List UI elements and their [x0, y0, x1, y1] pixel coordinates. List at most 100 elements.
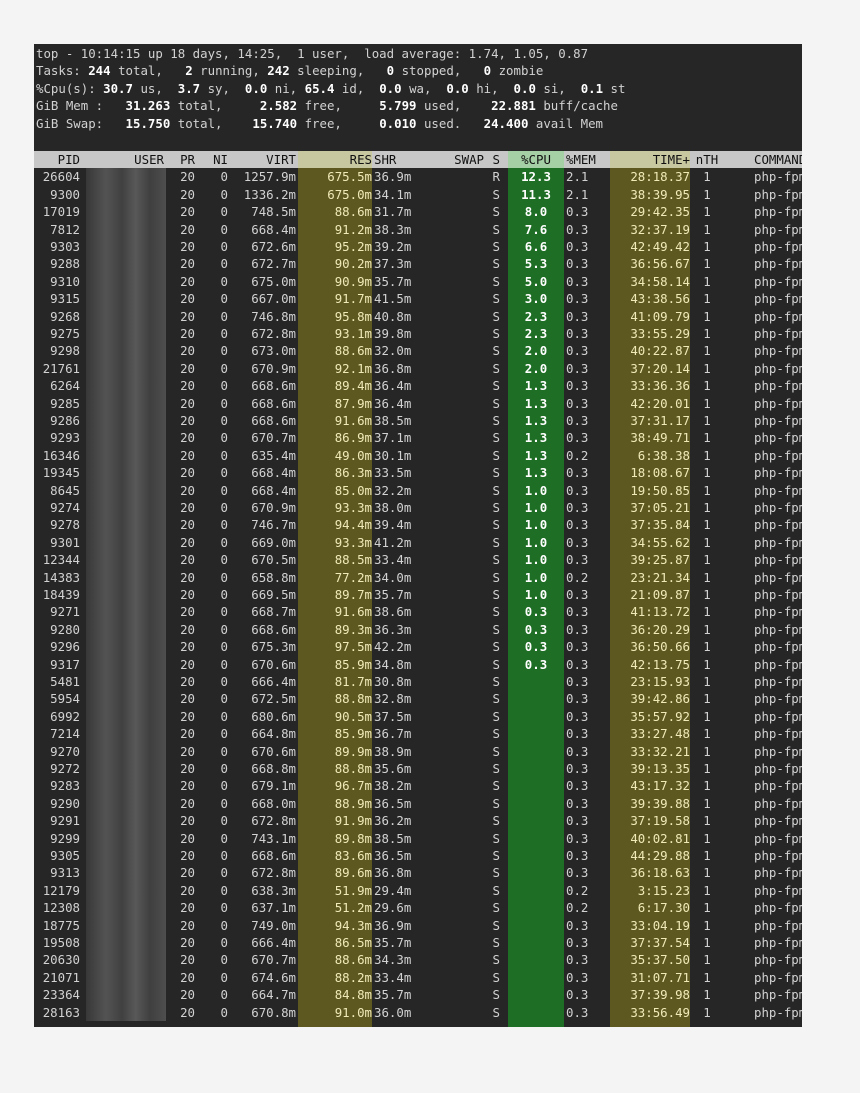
swap-free-label: free,: [297, 115, 380, 131]
cell-mem: 0.3: [566, 865, 589, 881]
cell-shr: 30.1m: [374, 447, 412, 463]
cell-ni: 0: [220, 569, 228, 585]
cell-cmd: php-fpm: [754, 534, 802, 550]
cell-cpu: [508, 881, 564, 900]
cell-shr: 38.3m: [374, 221, 412, 237]
table-row: 9286 20 0 668.6m 91.6m 38.5m S 1.3 0.3 37:31.17 1 p…: [34, 412, 802, 430]
cell-res: 89.8m: [298, 829, 372, 847]
cell-res: 89.7m: [298, 586, 372, 604]
redacted-user-mask: [86, 568, 166, 586]
redacted-user-mask: [86, 951, 166, 969]
cell-swap: [428, 534, 484, 551]
cell-res: 96.7m: [298, 777, 372, 795]
cell-time: 21:09.87: [610, 586, 690, 604]
cell-s: S: [492, 882, 500, 898]
cell-pr: 20: [180, 726, 195, 742]
cell-nth: 1: [703, 778, 711, 794]
cell-mem: 0.3: [566, 413, 589, 428]
cell-cpu: [508, 707, 564, 726]
cell-pr: 20: [180, 482, 195, 498]
cell-cmd: php-fpm: [754, 326, 802, 341]
cell-pid: 5481: [50, 674, 80, 689]
cell-ni: 0: [220, 761, 228, 776]
cell-cpu: 2.3: [508, 307, 564, 325]
cell-cpu: [508, 951, 564, 969]
cell-virt: 658.8m: [251, 569, 296, 585]
redacted-user-mask: [86, 812, 166, 830]
cell-swap: [428, 603, 484, 620]
cell-mem: 0.3: [566, 917, 589, 933]
cell-shr: 33.4m: [374, 969, 412, 985]
table-row: 9288 20 0 672.7m 90.2m 37.3m S 5.3 0.3 36:56.67 1 p…: [34, 255, 802, 273]
cell-pid: 9278: [50, 517, 80, 533]
cell-ni: 0: [220, 708, 228, 724]
summary-uptime-line: top - 10:14:15 up 18 days, 14:25, 1 user…: [36, 45, 802, 62]
cell-cmd: php-fpm: [754, 935, 802, 950]
cell-mem: 0.3: [566, 708, 589, 724]
cell-cpu: 1.0: [508, 568, 564, 586]
cell-ni: 0: [220, 378, 228, 394]
cell-cmd: php-fpm: [754, 569, 802, 585]
cell-mem: 0.3: [566, 1004, 589, 1020]
cell-shr: 35.7m: [374, 273, 412, 289]
redacted-user-mask: [86, 377, 166, 395]
cell-cmd: php-fpm: [754, 621, 802, 637]
tasks-label: Tasks:: [36, 63, 89, 79]
cell-cpu: 0.3: [508, 638, 564, 656]
cell-ni: 0: [220, 952, 228, 968]
cell-ni: 0: [220, 465, 228, 481]
cell-pid: 19345: [42, 465, 80, 481]
cell-shr: 30.8m: [374, 674, 412, 689]
cell-swap: [428, 464, 484, 481]
table-row: 9300 20 0 1336.2m 675.0m 34.1m S 11.3 2.1 38:39.9…: [34, 185, 802, 204]
cell-ni: 0: [220, 447, 228, 463]
column-header-time: TIME+: [610, 151, 690, 169]
cell-time: 33:27.48: [610, 725, 690, 743]
table-row: 9280 20 0 668.6m 89.3m 36.3m S 0.3 0.3 36:20.29 1 p…: [34, 620, 802, 639]
cell-shr: 42.2m: [374, 639, 412, 655]
redacted-user-mask: [86, 272, 166, 291]
cpu-hi-label: hi,: [468, 80, 514, 96]
cell-res: 95.2m: [298, 238, 372, 256]
swap-used: 0.010: [379, 115, 417, 131]
cpu-ni: 0.0: [244, 80, 268, 96]
cell-cpu: 1.0: [508, 533, 564, 552]
cell-cpu: [508, 777, 564, 795]
cell-cmd: php-fpm: [754, 204, 802, 220]
cell-res: 675.5m: [298, 168, 372, 186]
cell-pid: 9310: [50, 273, 80, 289]
redacted-user-mask: [86, 307, 166, 325]
cell-pr: 20: [180, 413, 195, 428]
cell-time: 42:20.01: [610, 394, 690, 412]
cell-time: 37:39.98: [610, 986, 690, 1004]
cell-ni: 0: [220, 360, 228, 376]
cell-mem: 2.1: [566, 186, 589, 202]
cell-s: S: [492, 900, 500, 916]
cell-mem: 0.3: [566, 326, 589, 341]
table-row: 9274 20 0 670.9m 93.3m 38.0m S 1.0 0.3 37:05.21 1 p…: [34, 499, 802, 517]
cell-time: 43:38.56: [610, 290, 690, 308]
cell-swap: [428, 899, 484, 916]
table-row: 19345 20 0 668.4m 86.3m 33.5m S 1.3 0.3 18:08.67 1…: [34, 464, 802, 482]
cell-cpu: [508, 742, 564, 760]
cell-s: S: [492, 430, 500, 446]
swap-avail-label: avail Mem: [528, 115, 604, 131]
table-row: 5481 20 0 666.4m 81.7m 30.8m S 0.3 23:15.93 1 php-…: [34, 673, 802, 691]
cell-nth: 1: [703, 674, 711, 689]
cell-cpu: 5.0: [508, 272, 564, 291]
cell-virt: 672.8m: [251, 813, 296, 829]
cell-ni: 0: [220, 848, 228, 863]
cell-swap: [428, 499, 484, 516]
cell-res: 84.8m: [298, 986, 372, 1004]
cell-s: S: [492, 708, 500, 724]
cell-s: S: [492, 865, 500, 881]
cell-cmd: php-fpm: [754, 186, 802, 202]
cell-ni: 0: [220, 500, 228, 515]
cell-swap: [428, 255, 484, 272]
cell-virt: 680.6m: [251, 708, 296, 724]
cell-time: 37:35.84: [610, 516, 690, 534]
cell-nth: 1: [703, 326, 711, 341]
cell-pr: 20: [180, 639, 195, 655]
cell-ni: 0: [220, 482, 228, 498]
mem-total-label: total,: [170, 98, 260, 114]
